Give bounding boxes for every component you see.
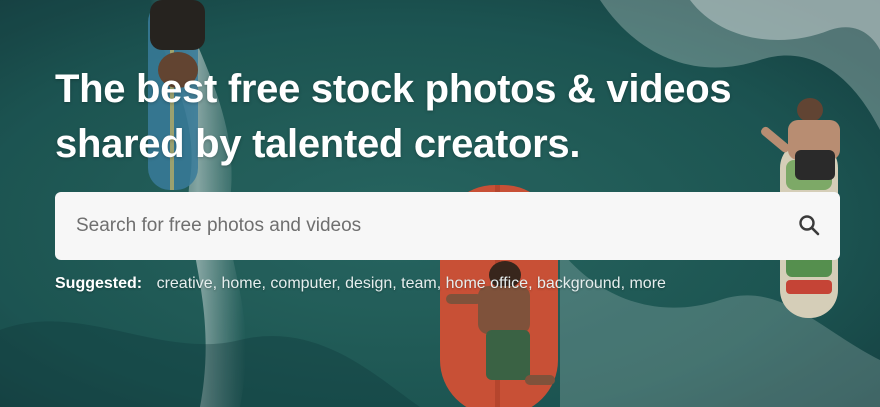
suggested-tag-creative[interactable]: creative — [157, 275, 213, 292]
search-bar — [55, 192, 840, 260]
suggested-tag-design[interactable]: design — [345, 275, 392, 292]
suggested-tag-home-office[interactable]: home office — [446, 275, 528, 292]
hero-headline-line2: shared by talented creators. — [55, 122, 581, 166]
suggested-tag-background[interactable]: background — [537, 275, 621, 292]
search-input[interactable] — [55, 192, 778, 260]
suggested-more-link[interactable]: more — [629, 275, 665, 292]
suggested-tag-team[interactable]: team — [401, 275, 437, 292]
search-button[interactable] — [778, 192, 840, 260]
suggested-searches: Suggested: creative, home, computer, des… — [55, 275, 666, 292]
hero-headline: The best free stock photos & videos shar… — [55, 62, 815, 172]
suggested-tag-computer[interactable]: computer — [270, 275, 336, 292]
search-icon — [797, 213, 821, 240]
hero-headline-line1: The best free stock photos & videos — [55, 67, 732, 111]
suggested-tag-home[interactable]: home — [222, 275, 262, 292]
suggested-label: Suggested: — [55, 275, 143, 292]
hero-section: The best free stock photos & videos shar… — [0, 0, 880, 407]
